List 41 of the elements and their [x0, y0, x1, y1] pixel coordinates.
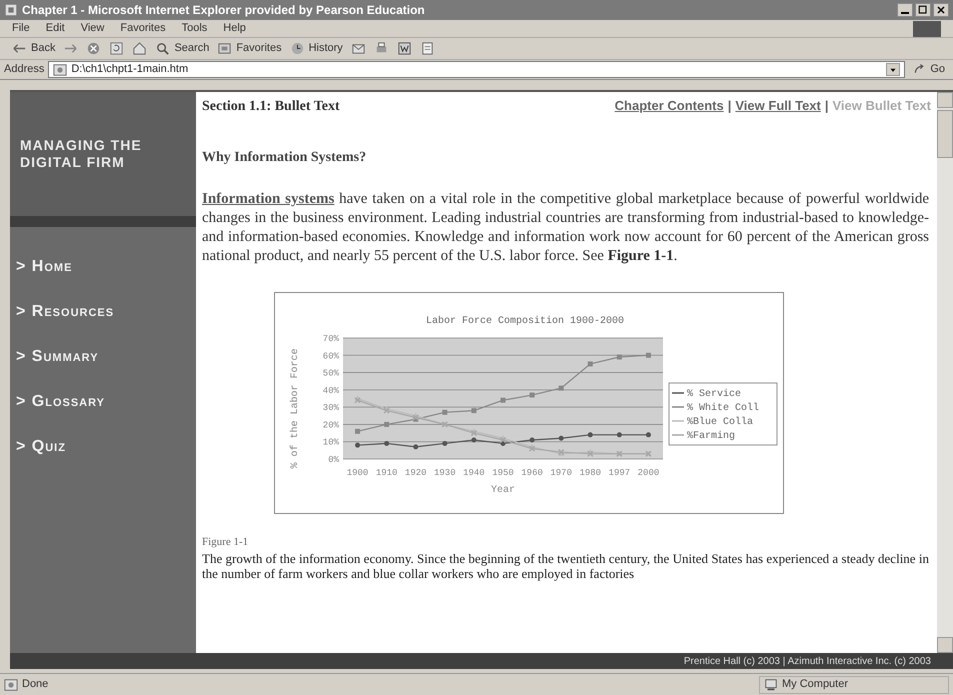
axis-title: Year: [491, 485, 515, 496]
section-title: Section 1.1: Bullet Text: [202, 98, 340, 116]
axis-tick-label: 40%: [322, 386, 339, 396]
legend-label: %Blue Colla: [687, 417, 754, 428]
link-separator: |: [824, 97, 828, 115]
body-paragraph: Information systems have taken on a vital role in the competitive global marketplace because of powerful worldwide changes in the business environment. Leading industrial countries are transforming from industrial-based to knowledge-and information-based economies. Knowledge and information work now account for 60 percent of the American gross national product, and nearly 55 percent of the U.S. labor force. See Figure 1-1.: [202, 190, 929, 266]
logo-text: DIGITAL FIRM: [20, 154, 126, 171]
axis-tick-label: 1960: [521, 468, 543, 478]
axis-tick-label: 1920: [404, 468, 427, 478]
axis-tick-label: 20%: [322, 420, 339, 430]
figure-caption: Figure 1-1: [202, 535, 250, 550]
axis-tick-label: 1950: [492, 468, 514, 478]
link-separator: |: [728, 97, 732, 115]
nav-link: View Bullet Text: [832, 97, 931, 115]
address-label: Address: [4, 62, 44, 78]
axis-tick-label: 1997: [608, 468, 630, 478]
axis-tick-label: 1900: [346, 468, 368, 478]
legend-label: % White Coll: [687, 403, 760, 414]
axis-tick-label: 1980: [579, 468, 602, 478]
axis-tick-label: 1970: [550, 468, 572, 478]
axis-tick-label: 1910: [376, 468, 398, 478]
axis-tick-label: 10%: [322, 438, 339, 448]
chart-title: Labor Force Composition 1900-2000: [426, 316, 624, 327]
legend-label: % Service: [687, 389, 742, 400]
axis-tick-label: 30%: [322, 403, 339, 414]
axis-tick-label: 1930: [434, 468, 456, 478]
zone-text: My Computer: [782, 677, 848, 692]
axis-tick-label: 2000: [638, 468, 660, 478]
legend-label: %Farming: [687, 431, 736, 442]
axis-tick-label: 1940: [463, 468, 485, 478]
axis-tick-label: 50%: [322, 368, 339, 379]
logo-text: MANAGING THE: [20, 137, 143, 154]
status-text: Done: [22, 677, 48, 692]
axis-tick-label: 0%: [328, 455, 339, 465]
window-title: Chapter 1 - Microsoft Internet Explorer provided by Pearson Education: [22, 2, 425, 19]
axis-tick-label: 60%: [322, 351, 339, 362]
axis-title: % of the Labor Force: [290, 348, 301, 469]
axis-tick-label: 70%: [322, 334, 339, 344]
section-heading: Why Information Systems?: [202, 149, 368, 167]
footer-text: Prentice Hall (c) 2003 | Azimuth Interactive Inc. (c) 2003: [684, 654, 931, 668]
figure-description: The growth of the information economy. Since the beginning of the twentieth century, the United States has experienced a steady decline in the number of farm workers and blue collar workers who are employed in factories: [202, 550, 929, 580]
